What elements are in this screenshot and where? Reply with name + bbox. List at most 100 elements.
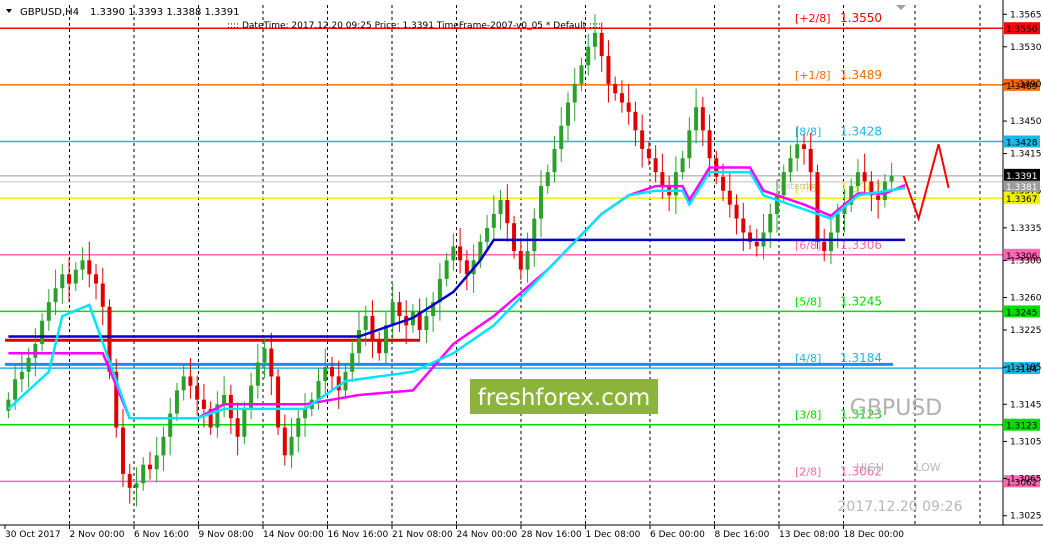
- y-tick-label: 1.3145: [1010, 400, 1042, 410]
- candle-body: [276, 376, 281, 428]
- candle-body: [775, 195, 780, 214]
- candle-body: [795, 144, 800, 159]
- candle-body: [383, 325, 388, 354]
- brand-text: freshforex.com: [478, 385, 651, 411]
- candle-body: [687, 130, 692, 159]
- level-value: 1.3489: [840, 68, 882, 82]
- y-tick-label: 1.3415: [1010, 150, 1042, 160]
- candle-body: [228, 395, 233, 419]
- candle-body: [518, 251, 523, 270]
- candle-body: [40, 320, 45, 344]
- x-tick-label: 9 Nov 08:00: [199, 530, 254, 540]
- ohlc-values: 1.3390 1.3393 1.3388 1.3391: [90, 7, 240, 18]
- candle-body: [330, 367, 335, 377]
- level-label: [5/8]: [795, 295, 821, 308]
- x-tick-label: 6 Nov 16:00: [134, 530, 189, 540]
- candle-body: [201, 399, 206, 409]
- y-tick-label: 1.3225: [1010, 326, 1042, 336]
- candle-body: [154, 455, 159, 470]
- candle-body: [586, 46, 591, 66]
- candle-body: [316, 381, 321, 400]
- level-label: [+1/8]: [795, 69, 831, 82]
- y-tick-label: 1.3025: [1010, 512, 1042, 522]
- candle-body: [390, 302, 395, 326]
- watermark-datetime: 2017.12.20 09:26: [838, 499, 963, 515]
- candle-body: [855, 172, 860, 187]
- candle-body: [579, 65, 584, 84]
- candle-body: [120, 427, 125, 474]
- candle-body: [754, 241, 759, 247]
- level-price-tag-text: 1.3123: [1006, 422, 1038, 432]
- y-tick-label: 1.3260: [1010, 294, 1042, 304]
- level-value: 1.3550: [840, 11, 882, 25]
- candle-body: [572, 83, 577, 103]
- level-label: [8/8]: [795, 126, 821, 139]
- candle-body: [876, 195, 881, 200]
- candle-body: [862, 172, 867, 182]
- candle-body: [707, 130, 712, 159]
- candle-body: [700, 107, 705, 131]
- candle-body: [498, 200, 503, 214]
- watermark-symbol: GBPUSD: [850, 396, 942, 421]
- candle-body: [653, 158, 658, 173]
- y-tick-label: 1.3185: [1010, 363, 1042, 373]
- candle-body: [222, 395, 227, 405]
- candle-body: [781, 172, 786, 196]
- candle-body: [640, 130, 645, 149]
- watermark-low: LOW: [915, 461, 940, 474]
- level-price-tag-text: 1.3245: [1006, 308, 1038, 318]
- candle-body: [545, 172, 550, 187]
- level-value: 1.3428: [840, 125, 882, 139]
- x-tick-label: 28 Nov 16:00: [521, 530, 582, 540]
- candle-body: [512, 223, 517, 252]
- candle-body: [505, 200, 510, 224]
- candle-body: [525, 251, 530, 270]
- candle-body: [181, 376, 186, 391]
- x-tick-label: 24 Nov 00:00: [457, 530, 518, 540]
- candle-body: [303, 408, 308, 419]
- candle-body: [599, 32, 604, 57]
- candle-body: [444, 260, 449, 279]
- x-tick-label: 6 Dec 00:00: [650, 530, 705, 540]
- candle-body: [60, 274, 65, 289]
- candle-body: [815, 172, 820, 242]
- x-tick-label: 16 Nov 16:00: [328, 530, 389, 540]
- candle-body: [660, 172, 665, 187]
- candle-body: [363, 316, 368, 330]
- candle-body: [464, 260, 469, 275]
- candle-body: [289, 436, 294, 456]
- candle-body: [801, 144, 806, 149]
- y-tick-label: 1.3065: [1010, 475, 1042, 485]
- y-tick-label: 1.3300: [1010, 256, 1042, 266]
- current-price-tag-text: 1.3391: [1006, 172, 1038, 182]
- watermark-high: HIGH: [856, 461, 884, 474]
- y-tick-label: 1.3490: [1010, 80, 1042, 90]
- level-price-tag-text: 1.3550: [1006, 25, 1038, 35]
- candle-body: [195, 385, 200, 400]
- candle-body: [377, 339, 382, 354]
- symbol-label: GBPUSD,H4: [20, 7, 79, 18]
- candle-body: [458, 246, 463, 261]
- candle-body: [87, 260, 92, 275]
- x-tick-label: 8 Dec 16:00: [715, 530, 770, 540]
- candle-body: [46, 302, 51, 321]
- candle-body: [235, 418, 240, 437]
- candle-body: [559, 125, 564, 149]
- candle-body: [619, 93, 624, 103]
- candle-body: [282, 427, 287, 456]
- candle-body: [323, 367, 328, 382]
- x-tick-label: 2 Nov 00:00: [70, 530, 125, 540]
- candle-body: [188, 376, 193, 386]
- x-tick-label: 21 Nov 08:00: [392, 530, 453, 540]
- candle-body: [889, 175, 894, 182]
- candle-body: [491, 213, 496, 228]
- price-chart[interactable]: [+2/8] 1.35501.3550[+1/8] 1.34891.3489[8/8…: [0, 0, 1043, 545]
- candle-body: [626, 102, 631, 112]
- candle-body: [94, 274, 99, 284]
- x-tick-label: 1 Dec 08:00: [586, 530, 641, 540]
- candle-body: [262, 348, 267, 363]
- candle-body: [397, 302, 402, 317]
- y-tick-label: 1.3530: [1010, 43, 1042, 53]
- candle-body: [485, 227, 490, 242]
- level-label: [2/8]: [795, 465, 821, 478]
